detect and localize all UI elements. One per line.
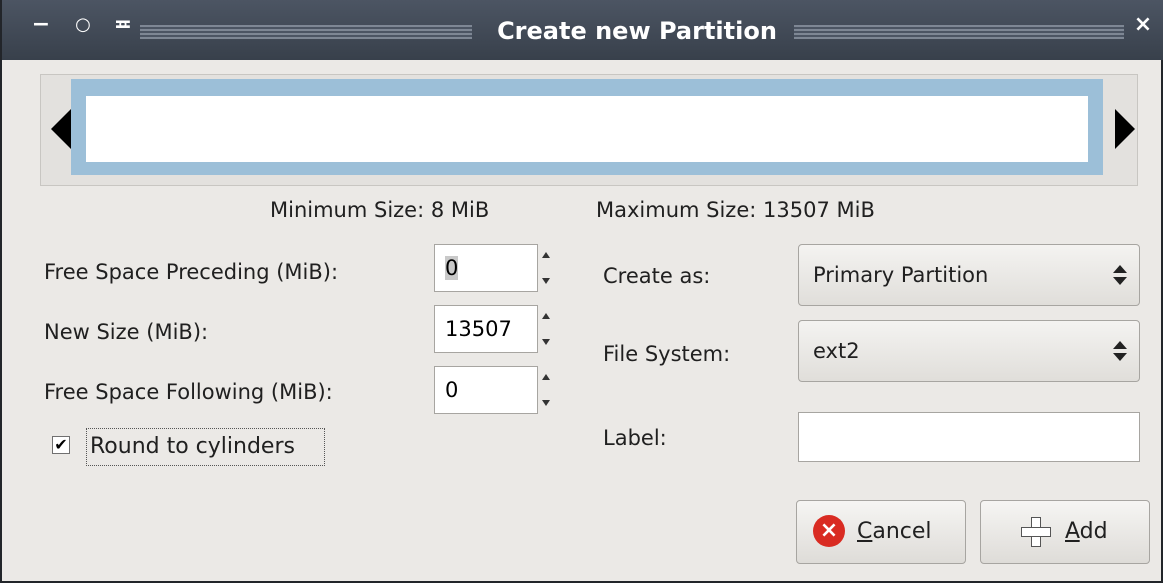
free-space-following-spinner[interactable] [534, 366, 560, 414]
free-space-preceding-spinner[interactable] [534, 244, 560, 292]
spin-down-icon[interactable] [542, 400, 550, 406]
right-handle-icon[interactable] [1115, 109, 1135, 149]
add-icon [1021, 517, 1051, 547]
free-space-preceding-value: 0 [445, 256, 459, 280]
new-size-input[interactable]: 13507 [434, 305, 538, 353]
spin-up-icon[interactable] [542, 313, 550, 319]
spin-down-icon[interactable] [542, 278, 550, 284]
spin-up-icon[interactable] [542, 252, 550, 258]
window-title: Create new Partition [497, 17, 777, 45]
file-system-value: ext2 [813, 339, 860, 363]
cancel-mnemonic: C [857, 519, 873, 544]
add-label: dd [1079, 519, 1108, 544]
titlebar: − ○ ≖ Create new Partition × [2, 0, 1163, 60]
partition-visualizer[interactable] [40, 74, 1138, 186]
create-as-label: Create as: [603, 264, 711, 288]
minimum-size-label: Minimum Size: 8 MiB [270, 198, 490, 222]
round-to-cylinders-checkbox[interactable]: ✔ [52, 436, 70, 454]
minimize-icon[interactable]: − [30, 14, 52, 36]
spin-down-icon[interactable] [542, 339, 550, 345]
partition-block[interactable] [71, 79, 1103, 175]
round-to-cylinders-label[interactable]: Round to cylinders [90, 433, 295, 461]
create-partition-dialog: − ○ ≖ Create new Partition × Minimum Siz… [0, 0, 1163, 583]
free-space-following-input[interactable]: 0 [434, 366, 538, 414]
cancel-icon: × [813, 515, 845, 547]
titlebar-grip [794, 25, 1124, 39]
file-system-label: File System: [603, 342, 731, 366]
create-as-value: Primary Partition [813, 263, 989, 287]
free-space-preceding-input[interactable]: 0 [434, 244, 538, 292]
free-space-following-label: Free Space Following (MiB): [44, 380, 333, 404]
cancel-button[interactable]: × Cancel [796, 500, 966, 564]
label-input[interactable] [798, 412, 1140, 462]
updown-arrow-icon [1113, 337, 1127, 365]
maximum-size-label: Maximum Size: 13507 MiB [596, 198, 875, 222]
partition-used-area [86, 96, 1088, 162]
free-space-preceding-label: Free Space Preceding (MiB): [44, 260, 339, 284]
new-size-label: New Size (MiB): [44, 320, 209, 344]
maximize-icon[interactable]: ○ [72, 14, 94, 36]
spin-up-icon[interactable] [542, 374, 550, 380]
file-system-select[interactable]: ext2 [798, 320, 1140, 382]
add-button[interactable]: Add [980, 500, 1150, 564]
titlebar-grip [140, 25, 472, 39]
shade-icon[interactable]: ≖ [112, 14, 134, 36]
left-handle-icon[interactable] [51, 109, 71, 149]
close-icon[interactable]: × [1132, 14, 1154, 36]
updown-arrow-icon [1113, 261, 1127, 289]
label-field-label: Label: [603, 426, 667, 450]
add-mnemonic: A [1065, 519, 1080, 544]
cancel-label: ancel [872, 519, 932, 544]
create-as-select[interactable]: Primary Partition [798, 244, 1140, 306]
new-size-spinner[interactable] [534, 305, 560, 353]
